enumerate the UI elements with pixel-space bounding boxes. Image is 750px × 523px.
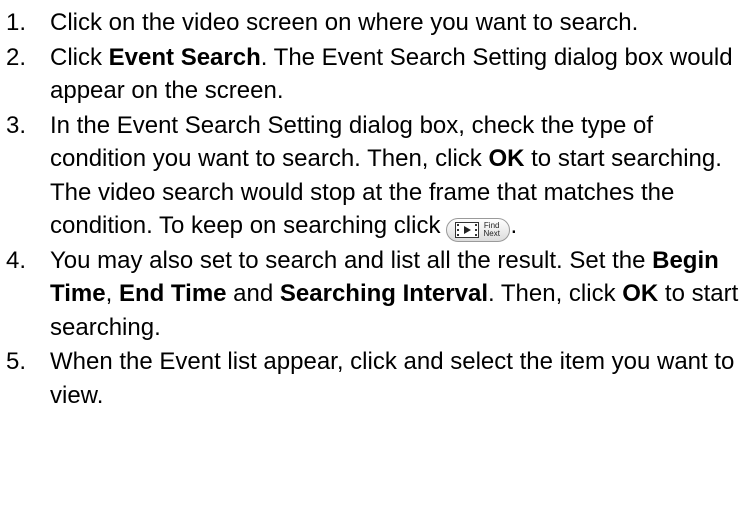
step-text-part: . Then, click xyxy=(487,280,623,307)
find-next-label-line2: Next xyxy=(483,229,500,238)
step-number: 2. xyxy=(6,43,27,71)
step-1: 1. Click on the video screen on where yo… xyxy=(0,6,750,40)
step-text: Click Event Search. The Event Search Set… xyxy=(50,44,733,105)
step-text: You may also set to search and list all … xyxy=(50,247,738,341)
step-4: 4. You may also set to search and list a… xyxy=(0,244,750,345)
instruction-document: 1. Click on the video screen on where yo… xyxy=(0,0,750,523)
end-time-term: End Time xyxy=(118,280,227,307)
step-list: 1. Click on the video screen on where yo… xyxy=(0,6,750,412)
step-text-part: , xyxy=(105,280,119,307)
ok-term: OK xyxy=(622,280,659,307)
find-next-label: Find Next xyxy=(483,222,499,238)
step-number: 3. xyxy=(6,111,27,139)
film-play-icon xyxy=(455,222,480,238)
step-text-part: and xyxy=(226,280,280,307)
step-text-part: . xyxy=(510,212,518,239)
step-text: In the Event Search Setting dialog box, … xyxy=(50,112,722,242)
step-2: 2. Click Event Search. The Event Search … xyxy=(0,41,750,108)
step-text: When the Event list appear, click and se… xyxy=(50,348,735,409)
event-search-term: Event Search xyxy=(108,43,261,71)
step-text-part: Click xyxy=(50,43,109,71)
step-text: Click on the video screen on where you w… xyxy=(50,9,639,36)
ok-term: OK xyxy=(488,145,525,172)
find-next-button: Find Next xyxy=(446,218,511,242)
step-number: 1. xyxy=(6,9,27,36)
searching-interval-term: Searching Interval xyxy=(279,280,488,307)
step-text-part: You may also set to search and list all … xyxy=(50,246,653,274)
step-5: 5. When the Event list appear, click and… xyxy=(0,345,750,412)
step-number: 5. xyxy=(6,348,27,375)
step-number: 4. xyxy=(6,246,27,274)
step-3: 3. In the Event Search Setting dialog bo… xyxy=(0,109,750,243)
